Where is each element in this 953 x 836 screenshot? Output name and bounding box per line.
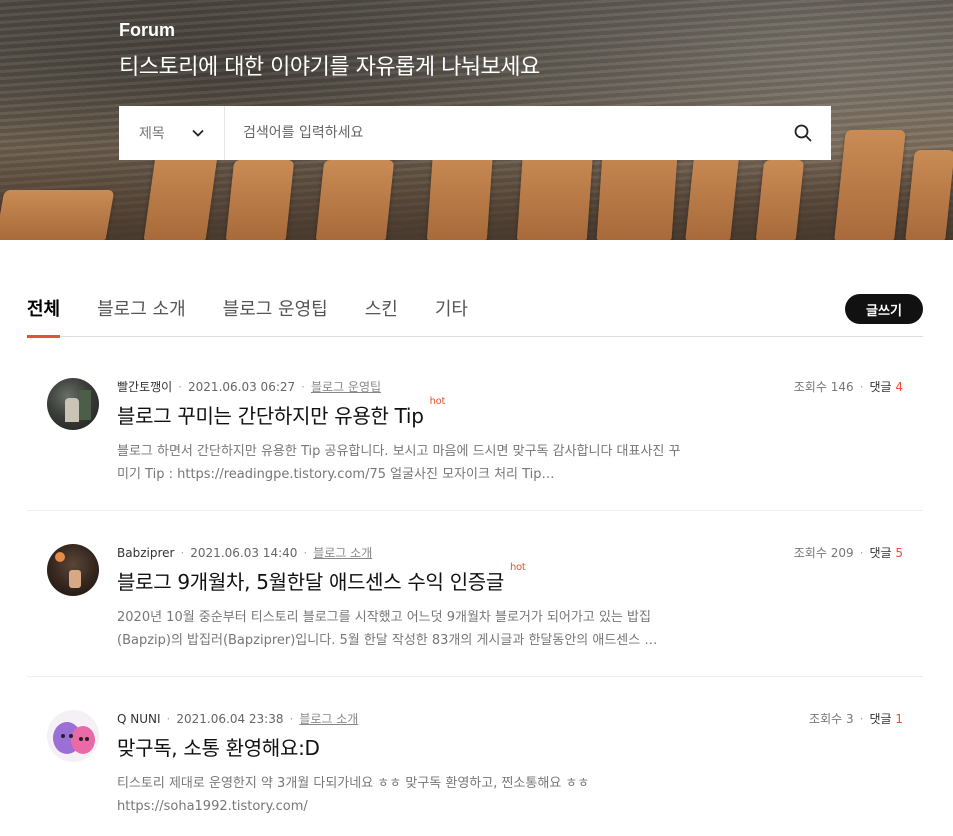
category-tabs: 전체 블로그 소개 블로그 운영팁 스킨 기타 글쓰기 xyxy=(27,290,923,338)
avatar[interactable] xyxy=(47,378,99,430)
chair-image xyxy=(834,130,906,240)
chair-image xyxy=(755,160,805,240)
view-count: 조회수 146 xyxy=(793,380,854,394)
post-meta: Babziprer · 2021.06.03 14:40 · 블로그 소개 xyxy=(117,546,373,560)
comment-count: 1 xyxy=(895,712,903,726)
post-date: 2021.06.03 06:27 xyxy=(188,380,296,394)
post-excerpt[interactable]: 2020년 10월 중순부터 티스토리 블로그를 시작했고 어느덧 9개월차 블… xyxy=(117,606,692,652)
comment-count: 4 xyxy=(895,380,903,394)
tab-skin[interactable]: 스킨 xyxy=(365,290,398,337)
search-type-select[interactable]: 제목 xyxy=(119,106,225,160)
list-item: Q NUNI · 2021.06.04 23:38 · 블로그 소개 조회수 3 · 댓글 … xyxy=(27,710,923,836)
post-author[interactable]: Q NUNI xyxy=(117,712,161,726)
character-icon xyxy=(53,722,95,754)
post-stats: 조회수 146 · 댓글 4 xyxy=(793,380,903,394)
search-icon xyxy=(794,124,812,142)
search-button[interactable] xyxy=(775,106,831,160)
chair-image xyxy=(905,150,953,240)
post-meta: Q NUNI · 2021.06.04 23:38 · 블로그 소개 xyxy=(117,712,359,726)
list-item: 빨간토깽이 · 2021.06.03 06:27 · 블로그 운영팁 조회수 146 · 댓… xyxy=(27,378,923,511)
hot-badge: hot xyxy=(510,562,526,573)
post-date: 2021.06.04 23:38 xyxy=(176,712,284,726)
chair-image xyxy=(516,150,594,240)
post-author[interactable]: 빨간토깽이 xyxy=(117,380,172,394)
comment-label: 댓글 xyxy=(869,380,892,394)
post-author[interactable]: Babziprer xyxy=(117,546,174,560)
post-excerpt[interactable]: 티스토리 제대로 운영한지 약 3개월 다되가네요 ㅎㅎ 맞구독 환영하고, 찐… xyxy=(117,772,692,818)
search-bar: 제목 xyxy=(119,106,831,160)
chair-image xyxy=(315,160,395,240)
post-category[interactable]: 블로그 소개 xyxy=(299,712,358,726)
comment-count: 5 xyxy=(895,546,903,560)
chair-image xyxy=(0,190,115,240)
search-type-value: 제목 xyxy=(139,126,165,142)
avatar[interactable] xyxy=(47,544,99,596)
tab-blog-intro[interactable]: 블로그 소개 xyxy=(97,290,186,337)
post-meta: 빨간토깽이 · 2021.06.03 06:27 · 블로그 운영팁 xyxy=(117,380,382,394)
list-item: Babziprer · 2021.06.03 14:40 · 블로그 소개 조회수 20… xyxy=(27,544,923,677)
post-category[interactable]: 블로그 운영팁 xyxy=(311,380,381,394)
chair-image xyxy=(143,150,219,240)
tab-all[interactable]: 전체 xyxy=(27,290,61,338)
comment-label: 댓글 xyxy=(869,546,892,560)
chair-image xyxy=(685,150,740,240)
hero-title: 티스토리에 대한 이야기를 자유롭게 나눠보세요 xyxy=(119,55,540,80)
chair-image xyxy=(426,150,494,240)
view-count: 조회수 3 xyxy=(809,712,854,726)
comment-label: 댓글 xyxy=(869,712,892,726)
hot-badge: hot xyxy=(429,396,446,407)
post-stats: 조회수 3 · 댓글 1 xyxy=(809,712,903,726)
forum-label: Forum xyxy=(119,20,175,40)
forum-hero: Forum 티스토리에 대한 이야기를 자유롭게 나눠보세요 제목 xyxy=(0,0,953,240)
post-title[interactable]: 블로그 꾸미는 간단하지만 유용한 Tiphot xyxy=(117,396,445,429)
avatar[interactable] xyxy=(47,710,99,762)
chair-image xyxy=(225,160,295,240)
search-input[interactable] xyxy=(225,106,775,160)
tab-blog-tips[interactable]: 블로그 운영팁 xyxy=(223,290,328,337)
post-category[interactable]: 블로그 소개 xyxy=(313,546,372,560)
chevron-down-icon xyxy=(192,129,204,137)
tab-etc[interactable]: 기타 xyxy=(435,290,468,337)
view-count: 조회수 209 xyxy=(793,546,854,560)
post-stats: 조회수 209 · 댓글 5 xyxy=(793,546,903,560)
post-date: 2021.06.03 14:40 xyxy=(190,546,298,560)
post-excerpt[interactable]: 블로그 하면서 간단하지만 유용한 Tip 공유합니다. 보시고 마음에 드시면… xyxy=(117,440,692,486)
post-title[interactable]: 맞구독, 소통 환영해요:D xyxy=(117,732,320,761)
post-title[interactable]: 블로그 9개월차, 5월한달 애드센스 수익 인증글hot xyxy=(117,562,526,595)
write-post-button[interactable]: 글쓰기 xyxy=(845,294,923,324)
